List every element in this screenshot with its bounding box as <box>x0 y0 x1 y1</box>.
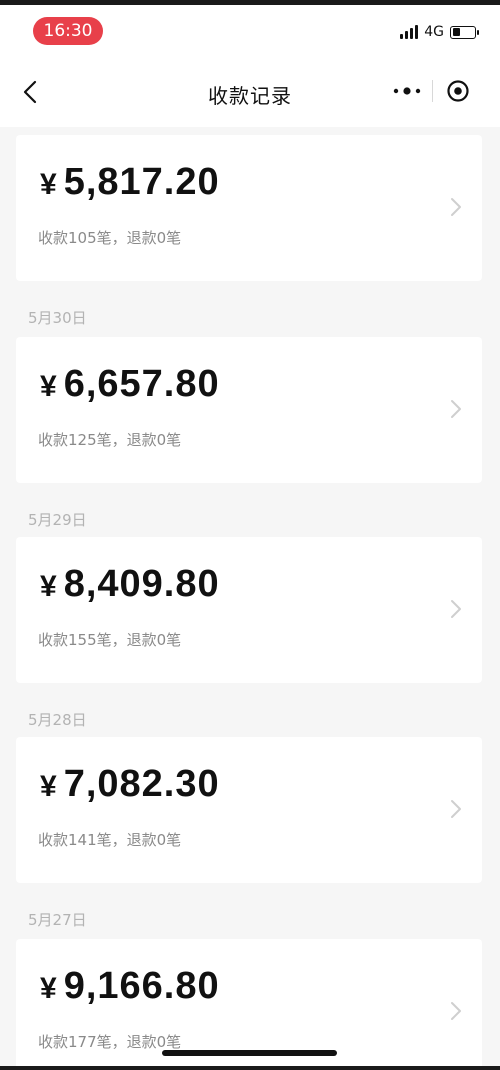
chevron-right-icon <box>451 1002 461 1020</box>
chevron-right-icon <box>451 600 461 618</box>
more-dots-icon <box>393 87 421 95</box>
battery-icon <box>450 25 479 39</box>
status-icons: 4G <box>400 23 479 41</box>
record-card[interactable]: ¥5,817.20 收款105笔，退款0笔 <box>16 135 482 281</box>
chevron-right-icon <box>451 400 461 418</box>
record-amount: ¥7,082.30 <box>40 763 220 805</box>
date-header: 5月29日 <box>28 511 87 529</box>
record-card[interactable]: ¥8,409.80 收款155笔，退款0笔 <box>16 537 482 683</box>
mini-program-capsule <box>382 71 482 111</box>
close-button[interactable] <box>433 71 482 111</box>
record-summary: 收款125笔，退款0笔 <box>38 431 182 449</box>
target-circle-icon <box>446 80 469 102</box>
record-summary: 收款155笔，退款0笔 <box>38 631 182 649</box>
chevron-right-icon <box>451 800 461 818</box>
records-list: ¥5,817.20 收款105笔，退款0笔 5月30日 ¥6,657.80 收款… <box>0 127 500 1066</box>
date-header: 5月30日 <box>28 309 87 327</box>
date-header: 5月28日 <box>28 711 87 729</box>
date-header: 5月27日 <box>28 911 87 929</box>
record-summary: 收款177笔，退款0笔 <box>38 1033 182 1051</box>
nav-bar: 收款记录 <box>0 57 500 127</box>
record-card[interactable]: ¥6,657.80 收款125笔，退款0笔 <box>16 337 482 483</box>
record-amount: ¥9,166.80 <box>40 965 220 1007</box>
record-amount: ¥6,657.80 <box>40 363 220 405</box>
record-summary: 收款141笔，退款0笔 <box>38 831 182 849</box>
phone-screen: 16:30 4G 收款记录 ¥ 5,817.20 收款105笔，退款0笔 5月3… <box>0 0 500 1070</box>
network-label: 4G <box>424 24 444 40</box>
signal-icon <box>400 25 419 39</box>
more-button[interactable] <box>382 71 432 111</box>
status-time: 16:30 <box>33 17 103 45</box>
chevron-right-icon <box>451 198 461 216</box>
record-amount: ¥8,409.80 <box>40 563 220 605</box>
record-amount: ¥5,817.20 <box>40 161 220 203</box>
record-card[interactable]: ¥7,082.30 收款141笔，退款0笔 <box>16 737 482 883</box>
record-summary: 收款105笔，退款0笔 <box>38 229 182 247</box>
home-indicator[interactable] <box>162 1050 337 1056</box>
status-bar: 16:30 4G <box>0 5 500 57</box>
